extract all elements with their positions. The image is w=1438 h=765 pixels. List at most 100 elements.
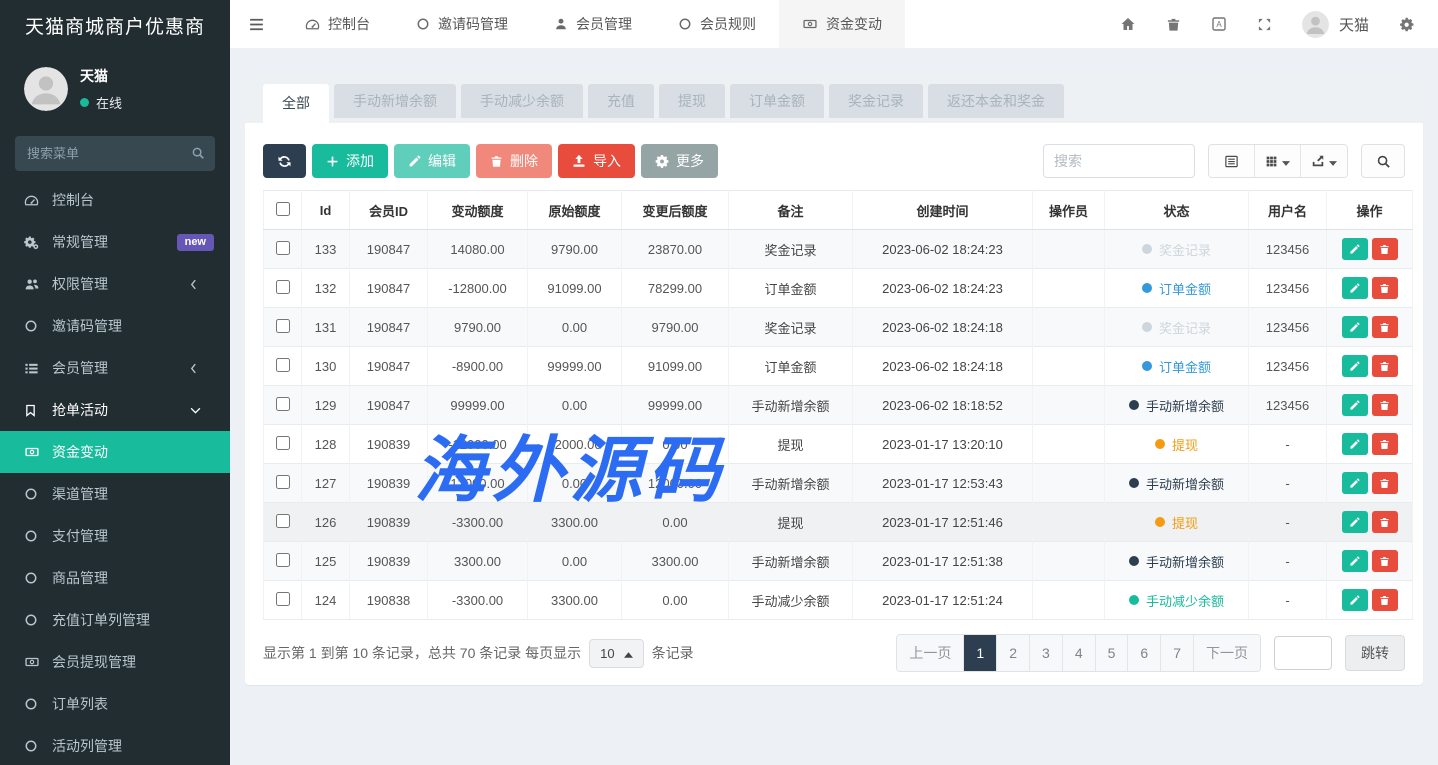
column-header: 用户名 bbox=[1249, 191, 1327, 230]
jump-button[interactable]: 跳转 bbox=[1345, 635, 1405, 671]
sidebar-item[interactable]: 资金变动 bbox=[0, 431, 230, 473]
navbar-user-menu[interactable]: 天猫 bbox=[1302, 11, 1369, 38]
page-number-button[interactable]: 1 bbox=[964, 635, 997, 671]
funds-table: Id会员ID变动额度原始额度变更后额度备注创建时间操作员状态用户名操作 1331… bbox=[263, 190, 1413, 620]
row-delete-button[interactable] bbox=[1372, 355, 1398, 377]
cell-id: 132 bbox=[302, 269, 350, 308]
filter-tab[interactable]: 奖金记录 bbox=[829, 84, 923, 118]
row-delete-button[interactable] bbox=[1372, 511, 1398, 533]
navbar-tab[interactable]: 会员规则 bbox=[655, 0, 779, 48]
row-edit-button[interactable] bbox=[1342, 355, 1368, 377]
row-delete-button[interactable] bbox=[1372, 277, 1398, 299]
filter-tab[interactable]: 充值 bbox=[588, 84, 654, 118]
row-checkbox[interactable] bbox=[276, 319, 290, 333]
delete-button[interactable]: 删除 bbox=[476, 144, 552, 178]
home-icon[interactable] bbox=[1120, 16, 1136, 32]
sidebar-item[interactable]: 常规管理new bbox=[0, 221, 230, 263]
sidebar-item[interactable]: 渠道管理 bbox=[0, 473, 230, 515]
page-number-button[interactable]: 3 bbox=[1030, 635, 1063, 671]
row-edit-button[interactable] bbox=[1342, 277, 1368, 299]
money-icon bbox=[24, 445, 48, 459]
select-all-checkbox[interactable] bbox=[276, 202, 290, 216]
filter-tab[interactable]: 手动减少余额 bbox=[461, 84, 583, 118]
jump-page-input[interactable] bbox=[1274, 636, 1332, 670]
row-edit-button[interactable] bbox=[1342, 433, 1368, 455]
sidebar-item[interactable]: 支付管理 bbox=[0, 515, 230, 557]
language-icon[interactable]: A bbox=[1211, 16, 1227, 32]
table-search-input[interactable] bbox=[1043, 144, 1195, 178]
navbar-tab[interactable]: 控制台 bbox=[282, 0, 393, 48]
sidebar-item[interactable]: 会员管理 bbox=[0, 347, 230, 389]
edit-button[interactable]: 编辑 bbox=[394, 144, 470, 178]
add-button[interactable]: 添加 bbox=[312, 144, 388, 178]
prev-page-button[interactable]: 上一页 bbox=[897, 635, 964, 671]
filter-tab[interactable]: 提现 bbox=[659, 84, 725, 118]
page-size-select[interactable]: 10 bbox=[589, 639, 643, 668]
caret-up-icon bbox=[624, 646, 633, 661]
refresh-button[interactable] bbox=[263, 144, 306, 178]
cell-status: 手动新增余额 bbox=[1105, 464, 1249, 503]
row-checkbox[interactable] bbox=[276, 358, 290, 372]
row-edit-button[interactable] bbox=[1342, 238, 1368, 260]
sidebar-item[interactable]: 会员提现管理 bbox=[0, 641, 230, 683]
row-checkbox[interactable] bbox=[276, 475, 290, 489]
sidebar-item[interactable]: 充值订单列管理 bbox=[0, 599, 230, 641]
sidebar-item[interactable]: 权限管理 bbox=[0, 263, 230, 305]
row-checkbox[interactable] bbox=[276, 280, 290, 294]
page-number-button[interactable]: 4 bbox=[1063, 635, 1096, 671]
row-edit-button[interactable] bbox=[1342, 511, 1368, 533]
row-checkbox[interactable] bbox=[276, 397, 290, 411]
navbar-tab[interactable]: 会员管理 bbox=[531, 0, 655, 48]
row-edit-button[interactable] bbox=[1342, 589, 1368, 611]
row-delete-button[interactable] bbox=[1372, 550, 1398, 572]
sidebar-item[interactable]: 订单列表 bbox=[0, 683, 230, 725]
row-edit-button[interactable] bbox=[1342, 316, 1368, 338]
pagination-toggle-button[interactable] bbox=[1209, 145, 1255, 177]
row-checkbox[interactable] bbox=[276, 553, 290, 567]
row-checkbox[interactable] bbox=[276, 514, 290, 528]
filter-tab[interactable]: 订单金额 bbox=[730, 84, 824, 118]
cell-username: 123456 bbox=[1249, 230, 1327, 269]
sidebar-item[interactable]: 活动列管理 bbox=[0, 725, 230, 765]
row-delete-button[interactable] bbox=[1372, 238, 1398, 260]
page-number-button[interactable]: 2 bbox=[997, 635, 1030, 671]
row-edit-button[interactable] bbox=[1342, 550, 1368, 572]
hamburger-icon[interactable] bbox=[230, 0, 282, 48]
more-button[interactable]: 更多 bbox=[641, 144, 718, 178]
menu-search-input[interactable] bbox=[15, 136, 215, 171]
cell-id: 131 bbox=[302, 308, 350, 347]
sidebar-item[interactable]: 邀请码管理 bbox=[0, 305, 230, 347]
sidebar-item[interactable]: 商品管理 bbox=[0, 557, 230, 599]
page-number-button[interactable]: 6 bbox=[1128, 635, 1161, 671]
cell-after: 0.00 bbox=[622, 503, 729, 542]
next-page-button[interactable]: 下一页 bbox=[1194, 635, 1260, 671]
circle-icon bbox=[24, 319, 48, 333]
row-delete-button[interactable] bbox=[1372, 589, 1398, 611]
export-button[interactable] bbox=[1301, 145, 1347, 177]
page-number-button[interactable]: 5 bbox=[1096, 635, 1129, 671]
row-checkbox[interactable] bbox=[276, 436, 290, 450]
navbar-tab[interactable]: 邀请码管理 bbox=[393, 0, 531, 48]
cell-username: - bbox=[1249, 464, 1327, 503]
row-delete-button[interactable] bbox=[1372, 472, 1398, 494]
columns-button[interactable] bbox=[1255, 145, 1301, 177]
filter-tab[interactable]: 返还本金和奖金 bbox=[928, 84, 1064, 118]
sidebar-item[interactable]: 控制台 bbox=[0, 179, 230, 221]
filter-tab[interactable]: 全部 bbox=[263, 84, 329, 123]
row-delete-button[interactable] bbox=[1372, 394, 1398, 416]
row-edit-button[interactable] bbox=[1342, 472, 1368, 494]
row-checkbox[interactable] bbox=[276, 592, 290, 606]
import-button[interactable]: 导入 bbox=[558, 144, 635, 178]
sidebar-item[interactable]: 抢单活动 bbox=[0, 389, 230, 431]
page-number-button[interactable]: 7 bbox=[1161, 635, 1194, 671]
row-checkbox[interactable] bbox=[276, 241, 290, 255]
filter-tab[interactable]: 手动新增余额 bbox=[334, 84, 456, 118]
settings-gears-icon[interactable] bbox=[1399, 16, 1416, 33]
fullscreen-icon[interactable] bbox=[1257, 17, 1272, 32]
navbar-tab[interactable]: 资金变动 bbox=[779, 0, 905, 48]
row-delete-button[interactable] bbox=[1372, 433, 1398, 455]
row-delete-button[interactable] bbox=[1372, 316, 1398, 338]
trash-icon[interactable] bbox=[1166, 17, 1181, 32]
search-button[interactable] bbox=[1361, 144, 1405, 178]
row-edit-button[interactable] bbox=[1342, 394, 1368, 416]
